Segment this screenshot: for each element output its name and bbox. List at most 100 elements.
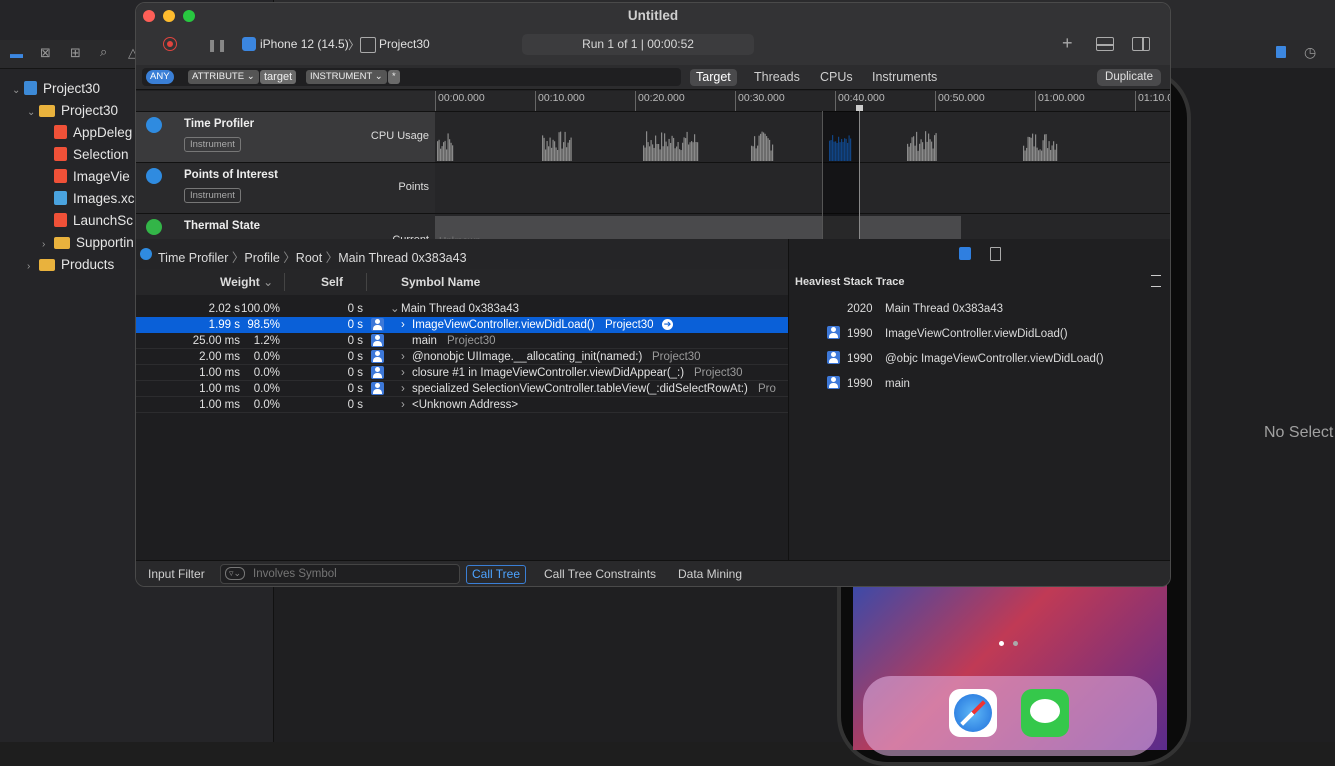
chevron-right-icon[interactable]: ›: [42, 234, 54, 256]
scope-tab-target[interactable]: Target: [690, 69, 737, 86]
add-instrument-button[interactable]: +: [1062, 33, 1073, 54]
involves-symbol-field[interactable]: ▿⌄: [220, 564, 460, 584]
navigator-item[interactable]: Selection: [42, 144, 129, 166]
inspector-toggle-icon[interactable]: [1132, 37, 1150, 51]
navigate-arrow-icon[interactable]: ➔: [662, 319, 673, 330]
chevron-down-icon[interactable]: ⌄: [27, 102, 39, 124]
extended-detail-icon[interactable]: [959, 247, 971, 260]
cpu-sample-bar: [920, 139, 922, 161]
navigator-item[interactable]: LaunchSc: [42, 210, 133, 232]
search-icon[interactable]: ⌕: [100, 44, 107, 60]
involves-symbol-input[interactable]: [253, 566, 453, 581]
disclosure-closed-icon[interactable]: ›: [401, 397, 405, 413]
bottom-tab-call-tree[interactable]: Call Tree: [466, 565, 527, 584]
cpu-sample-bar: [564, 131, 566, 161]
chevron-down-icon[interactable]: ⌄: [12, 80, 24, 102]
cpu-sample-bar: [1032, 133, 1034, 161]
messages-icon[interactable]: [1021, 689, 1069, 737]
stack-frame[interactable]: ImageViewController.viewDidLoad(): [885, 328, 1068, 340]
cpu-sample-bar: [1044, 134, 1046, 161]
duplicate-button[interactable]: Duplicate: [1097, 69, 1161, 86]
any-chip[interactable]: ANY: [146, 70, 174, 84]
disclosure-closed-icon[interactable]: ›: [401, 365, 405, 381]
playhead-handle[interactable]: [856, 105, 863, 111]
scope-tab-cpus[interactable]: CPUs: [814, 69, 859, 86]
file-inspector-icon[interactable]: [1276, 46, 1286, 58]
navigator-item[interactable]: AppDeleg: [42, 122, 132, 144]
scope-tab-threads[interactable]: Threads: [748, 69, 806, 86]
symbol-icon[interactable]: ⊞: [70, 45, 81, 61]
disclosure-closed-icon[interactable]: ›: [401, 349, 405, 365]
detail-bottom-bar: Input Filter ▿⌄ Call Tree Call Tree Const…: [136, 560, 1170, 586]
target-selector[interactable]: Project30: [379, 37, 430, 51]
symbol-cell: ImageViewController.viewDidLoad(): [412, 319, 595, 331]
history-icon[interactable]: ◷: [1304, 44, 1316, 61]
attribute-chip[interactable]: ATTRIBUTE ⌄: [188, 70, 259, 84]
table-row[interactable]: 1.00 ms 0.0% 0 s › <Unknown Address>: [136, 397, 788, 413]
bottom-tab-call-tree-constraints[interactable]: Call Tree Constraints: [538, 565, 662, 584]
self-cell: 0 s: [347, 367, 363, 379]
record-button[interactable]: [163, 37, 177, 51]
cpu-sample-bar: [1054, 149, 1056, 161]
timeline-ruler[interactable]: 00:00.000 00:10.000 00:20.000 00:30.000 00:4…: [435, 91, 1170, 112]
track-graph[interactable]: [435, 163, 1170, 214]
track-name: Thermal State: [184, 220, 261, 232]
self-column-header[interactable]: Self: [321, 275, 343, 289]
table-row[interactable]: 1.00 ms 0.0% 0 s › closure #1 in ImageViewCo…: [136, 365, 788, 381]
cpu-sample-bar: [751, 145, 753, 161]
source-control-icon[interactable]: ⊠: [40, 45, 51, 61]
table-row[interactable]: 1.99 s 98.5% 0 s › ImageViewController.viewD…: [136, 317, 788, 333]
navigator-item-label: Supportin: [76, 235, 134, 250]
stack-frame[interactable]: Main Thread 0x383a43: [885, 303, 1003, 315]
pause-button[interactable]: ❚❚: [207, 38, 227, 52]
device-selector[interactable]: iPhone 12 (14.5): [260, 37, 349, 51]
folder-icon[interactable]: ▬: [10, 46, 23, 61]
safari-icon[interactable]: [949, 689, 997, 737]
instrument-chip[interactable]: INSTRUMENT ⌄: [306, 70, 387, 84]
cpu-sample-bar: [1045, 134, 1047, 161]
disclosure-closed-icon[interactable]: ›: [401, 381, 405, 397]
detail-toggle-icon[interactable]: [1096, 37, 1114, 51]
disclosure-closed-icon[interactable]: ›: [401, 317, 405, 333]
expand-stack-icon[interactable]: [1151, 275, 1161, 287]
symbol-cell: @nonobjc UIImage.__allocating_init(named…: [412, 351, 643, 363]
cpu-usage-graph[interactable]: [435, 111, 1170, 161]
navigator-item[interactable]: ⌄ Project30: [12, 78, 100, 100]
scope-tab-instruments[interactable]: Instruments: [866, 69, 943, 86]
wildcard-chip[interactable]: *: [388, 70, 400, 84]
table-row[interactable]: 2.02 s 100.0% 0 s ⌄ Main Thread 0x383a43: [136, 301, 788, 317]
breadcrumb-item[interactable]: Time Profiler: [158, 251, 228, 265]
cpu-sample-bar: [1050, 149, 1052, 161]
stack-frame[interactable]: @objc ImageViewController.viewDidLoad(): [885, 353, 1104, 365]
navigator-item[interactable]: ImageVie: [42, 166, 130, 188]
cpu-sample-bar: [1053, 141, 1055, 161]
self-cell: 0 s: [347, 335, 363, 347]
track-detail: Points: [398, 181, 429, 193]
cpu-sample-bar: [917, 150, 919, 161]
weight-column-header[interactable]: Weight ⌄: [220, 275, 273, 289]
target-chip[interactable]: target: [260, 70, 297, 84]
filter-icon[interactable]: ▿⌄: [225, 567, 246, 580]
table-row[interactable]: 25.00 ms 1.2% 0 s main Project30: [136, 333, 788, 349]
chevron-right-icon[interactable]: ›: [27, 256, 39, 278]
breadcrumb-item[interactable]: Profile: [244, 251, 279, 265]
self-cell: 0 s: [347, 399, 363, 411]
track-points-of-interest[interactable]: Points of Interest Instrument Points: [136, 163, 435, 214]
bottom-tab-data-mining[interactable]: Data Mining: [672, 565, 748, 584]
breadcrumb-item[interactable]: Main Thread 0x383a43: [338, 251, 466, 265]
navigator-item[interactable]: ⌄ Project30: [27, 100, 118, 122]
disclosure-open-icon[interactable]: ⌄: [390, 301, 400, 317]
stack-frame[interactable]: main: [885, 378, 910, 390]
track-time-profiler[interactable]: Time Profiler Instrument CPU Usage: [136, 112, 435, 163]
table-row[interactable]: 2.00 ms 0.0% 0 s › @nonobjc UIImage.__alloca…: [136, 349, 788, 365]
breadcrumb-item[interactable]: Root: [296, 251, 322, 265]
inspection-range[interactable]: [822, 111, 860, 239]
symbol-column-header[interactable]: Symbol Name: [401, 275, 480, 289]
navigator-item[interactable]: › Products: [27, 254, 114, 276]
navigator-item[interactable]: › Supportin: [42, 232, 134, 254]
ruler-tick-label: 00:10.000: [535, 91, 585, 111]
filter-field[interactable]: ANY ATTRIBUTE ⌄ target INSTRUMENT ⌄ *: [142, 68, 681, 86]
table-row[interactable]: 1.00 ms 0.0% 0 s › specialized SelectionView…: [136, 381, 788, 397]
document-icon[interactable]: [990, 247, 1001, 261]
navigator-item[interactable]: Images.xc: [42, 188, 135, 210]
